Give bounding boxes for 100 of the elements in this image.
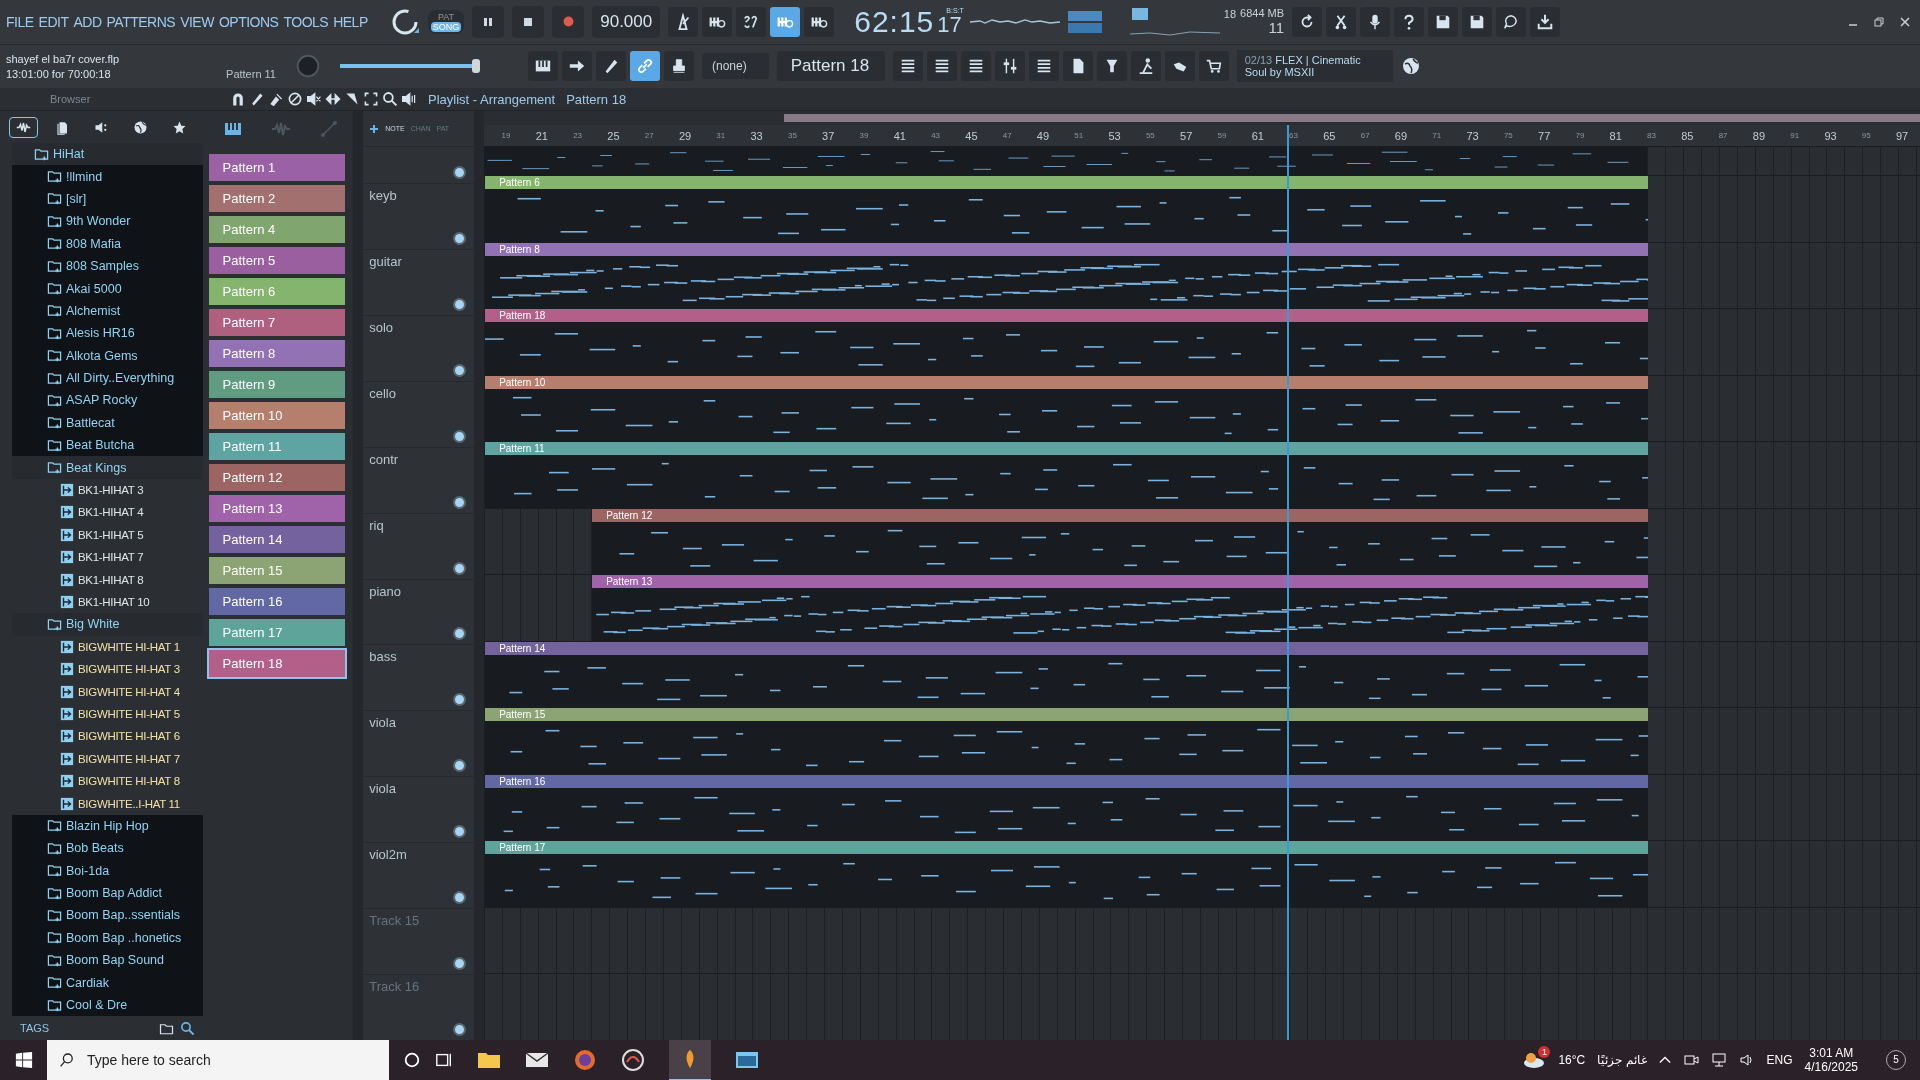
pattern-clip[interactable]: Pattern 16 [485,774,1649,788]
delete-icon[interactable] [287,91,303,107]
camera-icon[interactable] [1682,1052,1699,1068]
snap-dropdown[interactable]: (none) [702,53,769,80]
news-text[interactable]: 02/13 FLEX | Cinematic [1244,54,1385,67]
track-mute-button[interactable] [453,627,467,641]
menu-item[interactable]: HELP [333,13,368,30]
track-mute-button[interactable] [453,231,467,245]
mute-icon[interactable] [306,91,322,107]
track-name[interactable]: bass [369,649,397,665]
track-mute-button[interactable] [453,759,467,773]
pattern-item[interactable]: Pattern 7 [208,309,346,336]
track-mute-button[interactable] [453,495,467,509]
scrollbar-thumb[interactable] [784,114,1920,122]
globe-icon[interactable] [1400,56,1421,77]
clock-date[interactable]: 4/16/2025 [1804,1060,1858,1074]
undo-icon[interactable] [1292,6,1323,37]
folder-item[interactable]: Boom Bap ..honetics [12,926,203,950]
folder-item[interactable]: Beat Kings [12,456,203,479]
folder-item[interactable]: Bob Beats [12,837,203,860]
zoom-icon[interactable] [382,91,398,107]
breadcrumb-link[interactable]: Pattern 18 [566,91,627,107]
record-button[interactable] [552,5,585,38]
pause-button[interactable] [472,5,505,38]
stamp-icon[interactable] [664,51,694,82]
save-icon[interactable] [1428,6,1459,37]
folder-item[interactable]: Cool & Dre [12,993,203,1016]
track-name[interactable]: riq [369,517,384,533]
folder-item[interactable]: Akai 5000 [12,277,203,300]
circle-icon[interactable] [403,1051,421,1069]
render-icon[interactable] [1462,6,1493,37]
track-name[interactable]: cello [369,385,396,401]
pattern-clip[interactable]: Pattern 14 [485,641,1649,655]
taskbar-search-field[interactable]: Type here to search [47,1040,389,1080]
folder-item[interactable]: Boom Bap Addict [12,881,203,905]
file-icon[interactable] [1062,51,1093,82]
app-icon[interactable] [621,1048,645,1072]
mail-app-icon[interactable] [525,1050,549,1070]
track-name[interactable]: guitar [369,253,402,269]
window-app-icon[interactable] [735,1050,759,1070]
folder-item[interactable]: ASAP Rocky [12,389,203,412]
search-icon[interactable] [179,1020,195,1036]
track-mute-button[interactable] [453,561,467,575]
pencil-icon[interactable] [249,91,265,107]
pattern-item[interactable]: Pattern 5 [208,247,346,274]
pattern-item[interactable]: Pattern 12 [208,464,346,491]
menu-item[interactable]: EDIT [38,13,69,30]
pattern-item[interactable]: Pattern 18 [208,650,346,677]
add-track-icon[interactable] [369,123,380,134]
speaker-icon[interactable] [1738,1052,1755,1068]
download-icon[interactable] [1530,6,1561,37]
folder-item[interactable]: Big White [12,613,203,636]
folder-app-icon[interactable] [477,1050,501,1070]
folder-item[interactable]: Alkota Gems [12,344,203,367]
play-icon[interactable] [401,91,417,107]
track-name[interactable]: viol2m [369,847,407,863]
track-mute-button[interactable] [453,297,467,311]
menu-item[interactable]: TOOLS [283,13,329,30]
language-indicator[interactable]: ENG [1766,1053,1793,1067]
pat-song-switch[interactable]: PAT SONG [427,9,465,34]
pattern-clip[interactable]: Pattern 12 [592,508,1649,522]
track-mute-button[interactable] [453,166,467,179]
folder-item[interactable]: !llmind [12,165,203,188]
folder-item[interactable]: Blazin Hip Hop [12,814,203,838]
folder-item[interactable]: HiHat [12,143,203,166]
track-mute-button[interactable] [453,429,467,443]
folder-item[interactable]: Alchemist [12,299,203,323]
mic-icon[interactable] [1360,6,1391,37]
menu-item[interactable]: OPTIONS [218,13,279,30]
clock-time[interactable]: 3:01 AM [1809,1046,1854,1060]
person-icon[interactable] [1130,51,1161,82]
tempo-field[interactable]: 90.000 [592,5,661,38]
brush-icon[interactable] [596,51,626,82]
folder-item[interactable]: 9th Wonder [12,210,203,233]
menu-item[interactable]: VIEW [180,13,214,30]
track-mute-button[interactable] [453,825,467,839]
folder-item[interactable]: 808 Mafia [12,232,203,255]
browser-tab[interactable] [8,116,38,138]
folder-item[interactable]: Boom Bap..ssentials [12,904,203,927]
piano-icon[interactable] [528,51,558,82]
chat-icon[interactable] [1496,6,1527,37]
windows-start-icon[interactable] [15,1051,33,1069]
weather-widget[interactable]: 1 [1522,1050,1547,1070]
track-mute-button[interactable] [453,693,467,707]
track-mute-button[interactable] [453,363,467,377]
fl-app-button[interactable] [669,1039,711,1080]
track-name[interactable]: piano [369,583,402,599]
pattern-item[interactable]: Pattern 14 [208,526,346,553]
pattern-clip[interactable]: Pattern 8 [485,242,1649,256]
browser-title[interactable]: Browser [50,93,91,105]
help-icon[interactable] [1394,6,1425,37]
pattern-clip[interactable]: Pattern 13 [592,575,1649,589]
folder-item[interactable]: Battlecat [12,411,203,435]
folder-item[interactable]: [slr] [12,187,203,211]
track-name[interactable]: solo [369,319,394,335]
menu-item[interactable]: FILE [6,13,34,30]
track-name[interactable]: contr [369,451,399,467]
browser-app-icon[interactable] [573,1048,597,1072]
mixer-icon[interactable] [994,51,1025,82]
track-name[interactable]: viola [369,715,396,731]
